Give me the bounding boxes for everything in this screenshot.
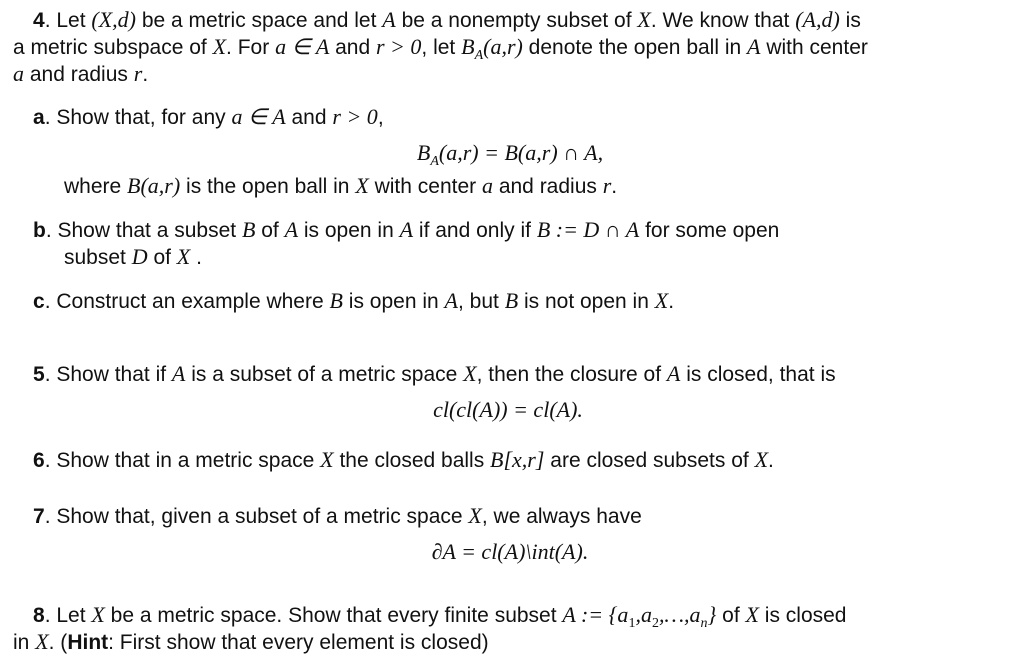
math: X (35, 629, 49, 654)
math: D (131, 244, 148, 269)
part-label: b (33, 219, 46, 242)
part-a-formula: BA(a,r) = B(a,r) ∩ A, (416, 140, 604, 169)
math: X (754, 447, 769, 472)
part-label: a (33, 106, 45, 129)
problem-7-line-1: 7. Show that, given a subset of a metric… (33, 503, 642, 528)
math: a ∈ A (231, 104, 286, 129)
math: A (747, 34, 761, 59)
math: X (212, 34, 227, 59)
math: a (13, 61, 24, 86)
problem-8-line-2: in X. (Hint: First show that every eleme… (13, 629, 489, 654)
math: B := D ∩ A (536, 217, 640, 242)
problem-4-line-3: a and radius r. (13, 61, 149, 86)
problem-number: 5 (33, 363, 45, 386)
math: (A,d) (795, 7, 840, 32)
part-b-line-1: b. Show that a subset B of A is open in … (33, 217, 780, 242)
part-label: c (33, 290, 45, 313)
problem-number: 4 (33, 9, 45, 32)
math: BA(a,r) (461, 34, 523, 63)
math: X (637, 7, 651, 32)
math: A (666, 361, 681, 386)
math: A (382, 7, 396, 32)
math: B (504, 288, 519, 313)
math: X (176, 244, 191, 269)
part-b-line-2: subset D of X . (64, 244, 202, 269)
hint-label: Hint (67, 631, 109, 654)
math: B(a,r) (127, 173, 181, 198)
math: X (91, 602, 105, 627)
problem-7-formula: ∂A = cl(A)\int(A). (431, 539, 589, 564)
math: X (745, 602, 759, 627)
math: X (463, 361, 477, 386)
math: A (399, 217, 414, 242)
problem-6-line-1: 6. Show that in a metric space X the clo… (33, 447, 774, 472)
problem-number: 6 (33, 449, 45, 472)
math: A (562, 602, 576, 627)
math: B[x,r] (490, 447, 545, 472)
problem-4-line-1: 4. Let (X,d) be a metric space and let A… (33, 7, 861, 32)
math: X (468, 503, 482, 528)
math: X (654, 288, 669, 313)
math: a (481, 173, 493, 198)
math: B (241, 217, 256, 242)
part-a-line-3: where B(a,r) is the open ball in X with … (64, 173, 618, 198)
part-a-line-1: a. Show that, for any a ∈ A and r > 0, (33, 104, 384, 129)
math: A (444, 288, 458, 313)
math: r (602, 173, 612, 198)
math: X (355, 173, 369, 198)
problem-number: 7 (33, 505, 45, 528)
math: A (284, 217, 299, 242)
problem-5-formula: cl(cl(A)) = cl(A). (433, 397, 583, 422)
math: (X,d) (91, 7, 136, 32)
math: := {a1,a2,…,an} (575, 602, 717, 631)
math: B (329, 288, 343, 313)
math: X (320, 447, 334, 472)
problem-5-line-1: 5. Show that if A is a subset of a metri… (33, 361, 836, 386)
math: r > 0 (376, 34, 422, 59)
math: r > 0 (332, 104, 378, 129)
math: a ∈ A (275, 34, 330, 59)
problem-number: 8 (33, 604, 45, 627)
math: A (171, 361, 186, 386)
part-c-line-1: c. Construct an example where B is open … (33, 288, 675, 313)
